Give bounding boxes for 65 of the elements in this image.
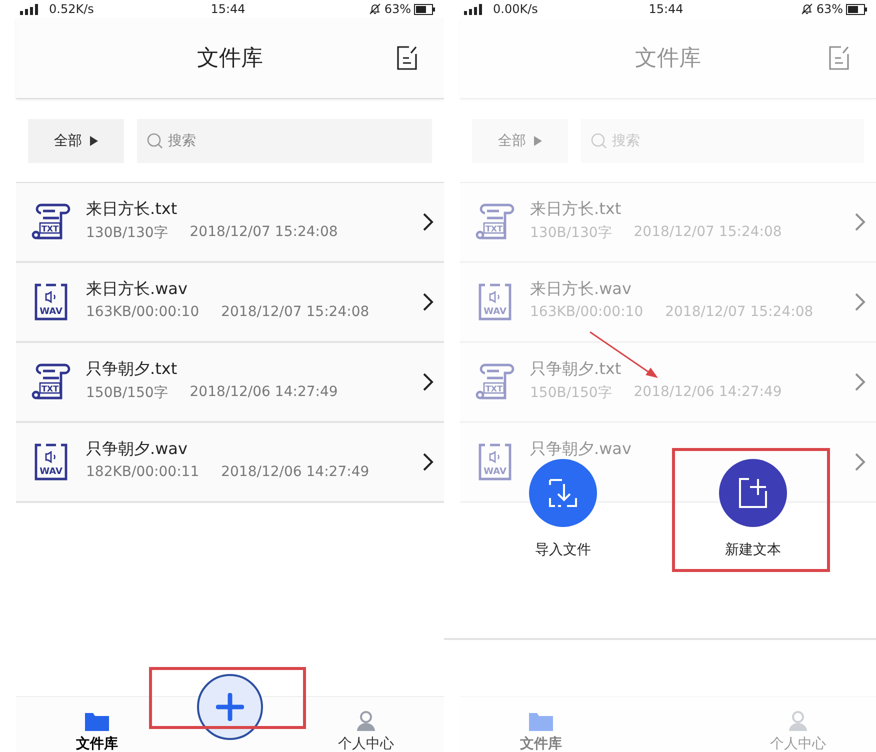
file-name: 只争朝夕.txt xyxy=(86,359,178,380)
file-name: 只争朝夕.wav xyxy=(86,439,188,460)
file-date: 2018/12/07 15:24:08 xyxy=(634,224,782,242)
status-time: 15:44 xyxy=(648,2,684,16)
folder-icon xyxy=(529,711,553,731)
folder-icon xyxy=(85,711,109,731)
file-row[interactable]: WAV 来日方长.wav 163KB/00:00:10 2018/12/07 15:24:08 xyxy=(16,263,444,343)
filter-dropdown[interactable]: 全部 xyxy=(28,119,124,163)
plus-icon xyxy=(216,693,244,721)
chevron-right-icon xyxy=(422,372,434,392)
network-speed: 0.00K/s xyxy=(493,2,538,16)
search-icon xyxy=(591,133,607,149)
battery-level: 63% xyxy=(384,2,411,16)
file-date: 2018/12/06 14:27:49 xyxy=(190,384,338,402)
person-icon xyxy=(356,711,376,731)
file-date: 2018/12/07 15:24:08 xyxy=(190,224,338,242)
bell-muted-icon xyxy=(369,3,382,15)
file-date: 2018/12/06 14:27:49 xyxy=(221,464,370,480)
chevron-right-icon xyxy=(854,372,866,392)
chevron-right-icon xyxy=(422,292,434,312)
file-size: 150B/150字 xyxy=(530,384,612,402)
chevron-right-icon xyxy=(422,452,434,472)
search-field[interactable]: 搜索 xyxy=(137,119,432,163)
file-date: 2018/12/07 15:24:08 xyxy=(665,304,814,320)
battery-icon xyxy=(414,4,436,14)
file-date: 2018/12/06 14:27:49 xyxy=(634,384,782,402)
tab[interactable]: 文件库 xyxy=(76,697,118,752)
new-document-icon xyxy=(738,477,768,509)
chevron-right-icon xyxy=(854,452,866,472)
battery-level: 63% xyxy=(816,2,843,16)
chevron-right-icon xyxy=(854,212,866,232)
file-name: 来日方长.txt xyxy=(86,199,178,220)
file-date: 2018/12/07 15:24:08 xyxy=(221,304,370,320)
file-name: 只争朝夕.wav xyxy=(530,439,632,460)
tab[interactable]: 个人中心 xyxy=(338,697,394,752)
chevron-right-icon xyxy=(422,212,434,232)
file-row[interactable]: TXT 只争朝夕.txt 150B/150字 2018/12/06 14:27:49 xyxy=(16,343,444,423)
page-title: 文件库 xyxy=(635,45,701,73)
file-size: 163KB/00:00:10 xyxy=(86,304,200,320)
person-icon xyxy=(788,711,808,731)
file-size: 130B/130字 xyxy=(86,224,168,242)
page-title: 文件库 xyxy=(197,45,263,73)
file-name: 来日方长.wav xyxy=(530,279,632,300)
action-label[interactable]: 导入文件 xyxy=(535,541,591,559)
file-name: 来日方长.txt xyxy=(530,199,622,220)
network-speed: 0.52K/s xyxy=(49,2,94,16)
bell-muted-icon xyxy=(801,3,814,15)
battery-icon xyxy=(846,4,868,14)
action-label[interactable]: 新建文本 xyxy=(725,541,781,559)
triangle-icon xyxy=(534,136,542,146)
edit-icon[interactable] xyxy=(396,46,418,70)
file-name: 只争朝夕.txt xyxy=(530,359,622,380)
file-size: 182KB/00:00:11 xyxy=(86,464,200,480)
file-name: 来日方长.wav xyxy=(86,279,188,300)
file-size: 163KB/00:00:10 xyxy=(530,304,644,320)
file-size: 150B/150字 xyxy=(86,384,168,402)
search-icon xyxy=(147,133,163,149)
file-size: 130B/130字 xyxy=(530,224,612,242)
tab[interactable]: 文件库 xyxy=(520,697,562,752)
import-icon xyxy=(548,478,578,508)
triangle-icon xyxy=(90,136,98,146)
status-time: 15:44 xyxy=(210,2,246,16)
chevron-right-icon xyxy=(854,292,866,312)
file-row[interactable]: WAV 只争朝夕.wav 182KB/00:00:11 2018/12/06 14:27:49 xyxy=(16,423,444,503)
file-row[interactable]: TXT 来日方长.txt 130B/130字 2018/12/07 15:24:08 xyxy=(16,183,444,263)
